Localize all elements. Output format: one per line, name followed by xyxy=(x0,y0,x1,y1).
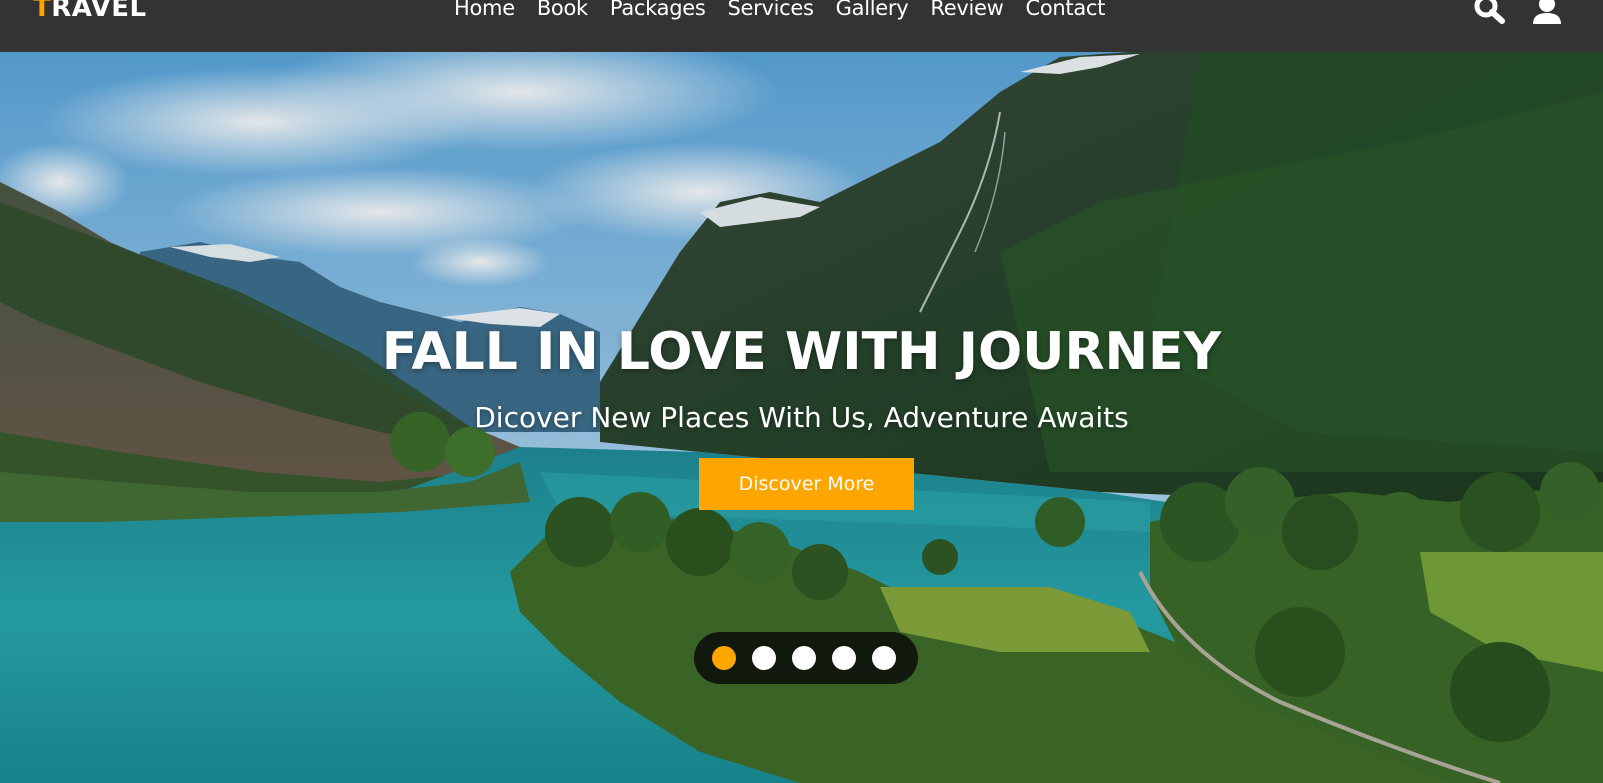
logo-accent-letter: T xyxy=(33,0,52,23)
search-icon[interactable] xyxy=(1473,0,1507,24)
nav-link-review[interactable]: Review xyxy=(930,0,1003,24)
nav-link-contact[interactable]: Contact xyxy=(1026,0,1106,24)
discover-more-button[interactable]: Discover More xyxy=(699,458,914,510)
carousel-dot-5[interactable] xyxy=(872,646,896,670)
main-nav: Home Book Packages Services Gallery Revi… xyxy=(454,0,1127,24)
nav-link-services[interactable]: Services xyxy=(728,0,814,24)
logo-text: RAVEL xyxy=(51,0,147,23)
carousel-dot-2[interactable] xyxy=(752,646,776,670)
carousel-dot-4[interactable] xyxy=(832,646,856,670)
hero-section: FALL IN LOVE WITH JOURNEY Dicover New Pl… xyxy=(0,52,1603,783)
user-icon[interactable] xyxy=(1532,0,1562,24)
navbar: TRAVEL Home Book Packages Services Galle… xyxy=(0,0,1603,52)
nav-link-book[interactable]: Book xyxy=(537,0,588,24)
carousel-pagination xyxy=(694,632,918,684)
site-logo[interactable]: TRAVEL xyxy=(33,0,147,24)
carousel-dot-1[interactable] xyxy=(712,646,736,670)
hero-title: FALL IN LOVE WITH JOURNEY xyxy=(381,322,1222,382)
nav-link-home[interactable]: Home xyxy=(454,0,515,24)
nav-link-gallery[interactable]: Gallery xyxy=(836,0,909,24)
carousel-dot-3[interactable] xyxy=(792,646,816,670)
hero-subtitle: Dicover New Places With Us, Adventure Aw… xyxy=(474,401,1129,434)
nav-link-packages[interactable]: Packages xyxy=(610,0,706,24)
